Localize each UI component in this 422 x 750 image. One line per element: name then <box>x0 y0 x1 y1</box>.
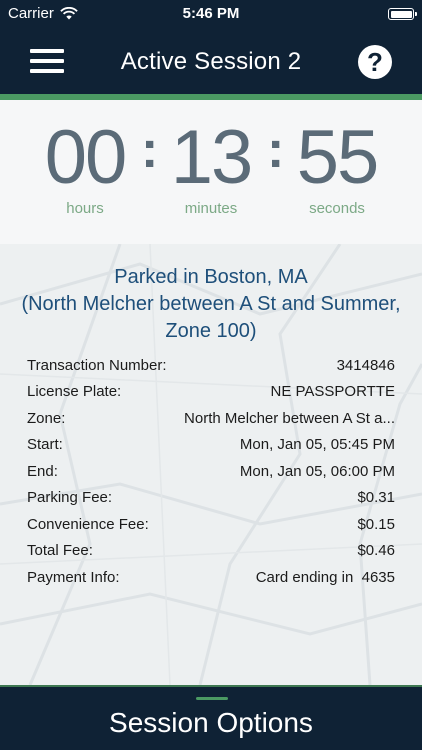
menu-button[interactable] <box>30 49 64 73</box>
info-row-transaction: Transaction Number: 3414846 <box>27 352 395 379</box>
info-value: NE PASSPORTTE <box>270 383 395 401</box>
status-time: 5:46 PM <box>182 5 240 22</box>
info-row-zone: Zone: North Melcher between A St a... <box>27 405 395 432</box>
info-row-start: Start: Mon, Jan 05, 05:45 PM <box>27 432 395 459</box>
info-value: $0.46 <box>357 542 395 560</box>
page-title: Active Session 2 <box>120 48 302 75</box>
session-timer: 00 : 13 : 55 hours minutes seconds <box>0 100 422 244</box>
info-label: Payment Info: <box>27 568 120 586</box>
info-label: License Plate: <box>27 383 122 401</box>
info-label: Convenience Fee: <box>27 515 149 533</box>
timer-minutes: 13 <box>170 115 254 200</box>
info-value: North Melcher between A St a... <box>184 409 395 427</box>
timer-separator: : <box>267 121 285 179</box>
info-label: Transaction Number: <box>27 356 167 374</box>
info-label: Total Fee: <box>27 542 93 560</box>
drawer-handle[interactable] <box>196 697 228 700</box>
info-row-convenience-fee: Convenience Fee: $0.15 <box>27 511 395 538</box>
hours-label: hours <box>66 200 104 217</box>
info-row-license-plate: License Plate: NE PASSPORTTE <box>27 379 395 406</box>
info-value: 3414846 <box>336 356 395 374</box>
info-row-parking-fee: Parking Fee: $0.31 <box>27 485 395 512</box>
location-street: (North Melcher between A St and Summer, <box>21 293 401 315</box>
session-info-list: Transaction Number: 3414846 License Plat… <box>27 352 395 591</box>
info-row-total-fee: Total Fee: $0.46 <box>27 538 395 565</box>
session-options-button[interactable]: Session Options <box>0 685 422 750</box>
info-row-end: End: Mon, Jan 05, 06:00 PM <box>27 458 395 485</box>
info-value: Mon, Jan 05, 06:00 PM <box>239 462 395 480</box>
battery-icon <box>388 8 417 20</box>
timer-seconds: 55 <box>296 115 380 200</box>
info-label: End: <box>27 462 58 480</box>
seconds-label: seconds <box>309 200 365 217</box>
info-value: Card ending in 4635 <box>255 568 395 586</box>
location-city: Parked in Boston, MA <box>114 266 308 288</box>
location-zone: Zone 100) <box>165 320 257 342</box>
timer-hours: 00 <box>44 115 128 200</box>
parking-location: Parked in Boston, MA (North Melcher betw… <box>0 264 422 345</box>
session-options-label: Session Options <box>109 707 313 738</box>
bottom-divider <box>0 685 422 687</box>
minutes-label: minutes <box>184 200 238 217</box>
info-label: Parking Fee: <box>27 489 113 507</box>
timer-separator: : <box>141 121 159 179</box>
info-value: $0.31 <box>357 489 395 507</box>
hamburger-menu-icon <box>30 49 64 53</box>
info-value: Mon, Jan 05, 05:45 PM <box>239 436 395 454</box>
info-label: Zone: <box>27 409 66 427</box>
help-question-icon: ? <box>367 47 383 77</box>
app-header: Active Session 2 ? <box>0 28 422 94</box>
info-label: Start: <box>27 436 63 454</box>
help-button[interactable]: ? <box>358 45 392 79</box>
session-details: Parked in Boston, MA (North Melcher betw… <box>0 244 422 685</box>
status-bar: Carrier 5:46 PM <box>0 0 422 28</box>
info-row-payment: Payment Info: Card ending in 4635 <box>27 564 395 591</box>
info-value: $0.15 <box>357 515 395 533</box>
